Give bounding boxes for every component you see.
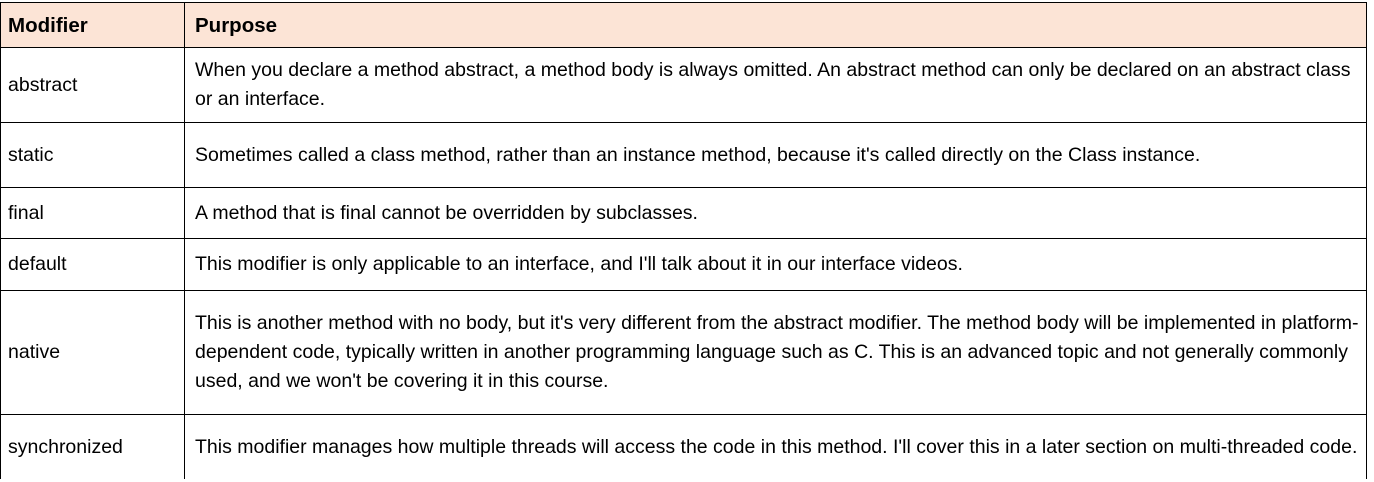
table-row: abstract When you declare a method abstr… [0,47,1367,123]
table-row: native This is another method with no bo… [0,290,1367,415]
table-row: synchronized This modifier manages how m… [0,414,1367,479]
modifier-cell: native [0,290,185,415]
column-header-purpose: Purpose [184,2,1367,48]
table-row: default This modifier is only applicable… [0,238,1367,291]
purpose-cell: When you declare a method abstract, a me… [184,47,1367,123]
purpose-cell: A method that is final cannot be overrid… [184,187,1367,239]
purpose-cell: This modifier is only applicable to an i… [184,238,1367,291]
column-header-modifier: Modifier [0,2,185,48]
modifier-cell: default [0,238,185,291]
table-header-row: Modifier Purpose [0,2,1367,48]
modifier-cell: static [0,122,185,188]
purpose-cell: Sometimes called a class method, rather … [184,122,1367,188]
modifier-cell: synchronized [0,414,185,479]
purpose-cell: This modifier manages how multiple threa… [184,414,1367,479]
table-row: final A method that is final cannot be o… [0,187,1367,239]
method-modifiers-table: Modifier Purpose abstract When you decla… [0,2,1367,479]
modifier-cell: final [0,187,185,239]
table-row: static Sometimes called a class method, … [0,122,1367,188]
purpose-cell: This is another method with no body, but… [184,290,1367,415]
modifier-cell: abstract [0,47,185,123]
